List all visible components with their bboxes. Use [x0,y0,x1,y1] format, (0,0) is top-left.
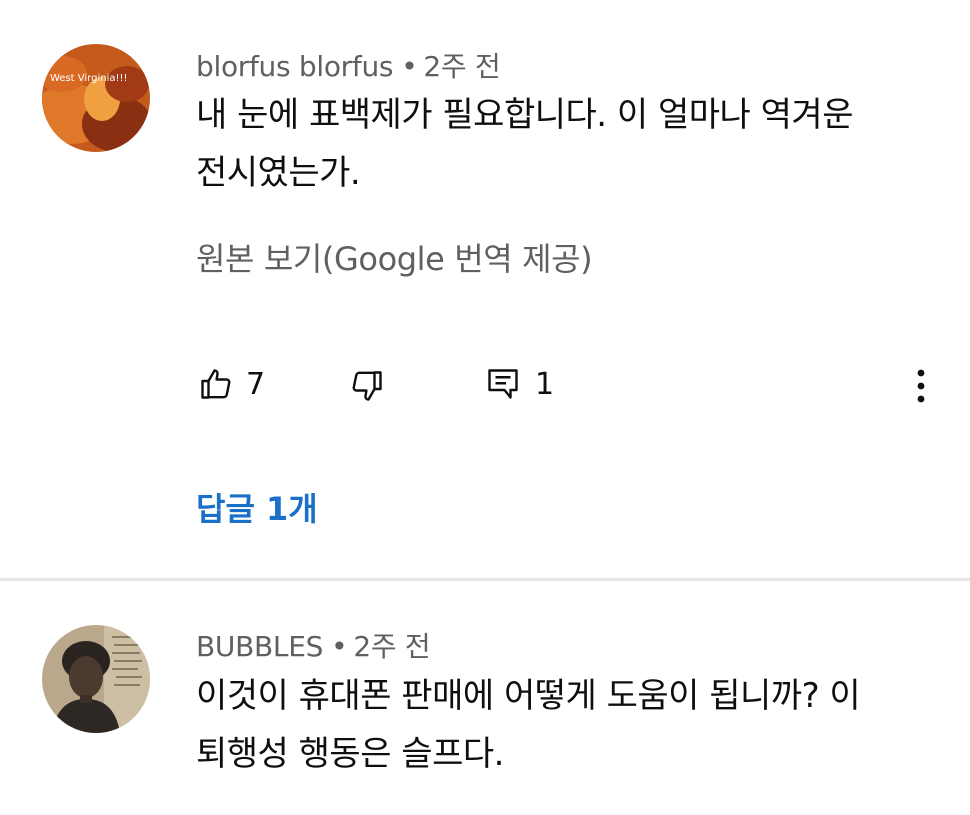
like-count: 7 [246,366,266,402]
meta-separator: • [331,630,348,663]
comment-icon [488,369,518,399]
dislike-button[interactable] [349,368,385,404]
comment-text-line: 이것이 휴대폰 판매에 어떻게 도움이 됩니까? 이 [196,676,861,716]
avatar[interactable]: West Virginia!!! [42,44,150,152]
comment-meta: blorfus blorfus • 2주 전 [196,45,501,85]
comments-page: West Virginia!!! blorfus blorfus • 2주 전 내 … [0,0,970,815]
avatar-caption: West Virginia!!! [50,73,128,84]
author-name[interactable]: blorfus blorfus [196,50,393,83]
see-original-link[interactable]: 원본 보기(Google 번역 제공) [196,234,593,280]
thread-divider [0,578,970,581]
meta-separator: • [401,50,418,83]
thumbs-up-icon [201,369,231,399]
comment-text-line: 내 눈에 표백제가 필요합니다. 이 얼마나 역겨운 [196,95,853,135]
comment-text-line: 퇴행성 행동은 슬프다. [196,734,504,774]
more-actions-button[interactable] [906,366,936,406]
avatar-image [42,625,150,733]
more-vertical-icon [917,369,925,403]
comment-meta: BUBBLES • 2주 전 [196,625,431,665]
comment-text-line: 전시였는가. [196,153,361,193]
comment-time[interactable]: 2주 전 [423,50,500,83]
view-replies-button[interactable]: 답글 1개 [196,484,318,530]
like-button[interactable]: 7 [198,366,265,402]
comment-time[interactable]: 2주 전 [353,630,430,663]
comment-text: 내 눈에 표백제가 필요합니다. 이 얼마나 역겨운 전시였는가. [196,86,853,202]
reply-button[interactable]: 1 [485,366,554,402]
thumbs-down-icon [352,371,382,401]
author-name[interactable]: BUBBLES [196,630,323,663]
reply-count: 1 [535,366,555,402]
avatar-image: West Virginia!!! [42,44,150,152]
comment-text: 이것이 휴대폰 판매에 어떻게 도움이 됩니까? 이 퇴행성 행동은 슬프다. [196,667,861,783]
avatar[interactable] [42,625,150,733]
